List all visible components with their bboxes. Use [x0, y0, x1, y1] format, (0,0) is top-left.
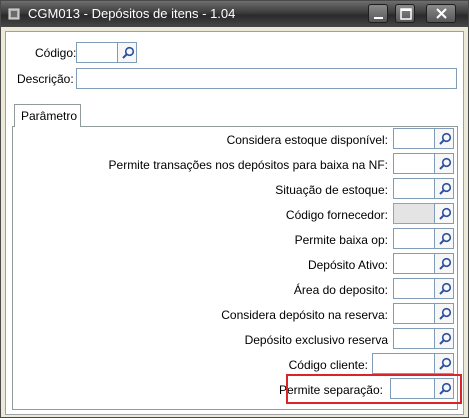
param-label: Situação de estoque:: [275, 183, 388, 197]
codigo-fornecedor-search-button[interactable]: [434, 203, 454, 224]
considera-estoque-search-button[interactable]: [434, 128, 454, 149]
param-label: Código cliente:: [288, 358, 368, 372]
descricao-label: Descrição:: [17, 72, 74, 86]
app-icon: [8, 8, 20, 20]
param-label: Depósito Ativo:: [307, 258, 388, 272]
situacao-estoque-input[interactable]: [393, 178, 436, 199]
codigo-label: Código:: [35, 46, 77, 60]
codigo-search-button[interactable]: [117, 42, 137, 63]
permite-transacoes-input[interactable]: [393, 153, 436, 174]
param-label: Considera estoque disponível:: [226, 133, 388, 147]
close-button[interactable]: [426, 4, 456, 23]
exclusivo-reserva-input[interactable]: [393, 328, 436, 349]
area-deposito-input[interactable]: [393, 278, 436, 299]
codigo-cliente-search-button[interactable]: [434, 353, 454, 374]
magnifier-icon: [439, 307, 452, 320]
magnifier-icon: [122, 46, 135, 59]
considera-reserva-input[interactable]: [393, 303, 436, 324]
param-label: Considera depósito na reserva:: [221, 308, 388, 322]
exclusivo-reserva-search-button[interactable]: [434, 328, 454, 349]
maximize-button[interactable]: [395, 4, 415, 23]
form-area: Código: Descrição: Parâmetro Considera e…: [5, 31, 464, 415]
deposito-ativo-search-button[interactable]: [434, 253, 454, 274]
magnifier-icon: [439, 257, 452, 270]
situacao-estoque-search-button[interactable]: [434, 178, 454, 199]
magnifier-icon: [439, 357, 452, 370]
permite-transacoes-search-button[interactable]: [434, 153, 454, 174]
area-deposito-search-button[interactable]: [434, 278, 454, 299]
magnifier-icon: [439, 282, 452, 295]
codigo-cliente-input[interactable]: [372, 353, 436, 374]
param-label: Permite transações nos depósitos para ba…: [108, 158, 388, 172]
codigo-fornecedor-input[interactable]: [393, 203, 436, 224]
descricao-input[interactable]: [76, 68, 457, 89]
tab-label: Parâmetro: [21, 109, 78, 123]
title-bar[interactable]: CGM013 - Depósitos de itens - 1.04: [1, 1, 468, 27]
permite-baixa-op-search-button[interactable]: [434, 228, 454, 249]
maximize-icon: [400, 8, 412, 20]
param-label: Permite baixa op:: [294, 233, 388, 247]
magnifier-icon: [439, 182, 452, 195]
magnifier-icon: [439, 207, 452, 220]
app-window: CGM013 - Depósitos de itens - 1.04 Códig…: [0, 0, 469, 418]
param-label: Área do deposito:: [293, 283, 388, 297]
param-label: Código fornecedor:: [285, 208, 388, 222]
minimize-icon: [374, 17, 383, 19]
minimize-button[interactable]: [368, 4, 388, 23]
magnifier-icon: [439, 132, 452, 145]
considera-reserva-search-button[interactable]: [434, 303, 454, 324]
window-title: CGM013 - Depósitos de itens - 1.04: [28, 6, 236, 21]
deposito-ativo-input[interactable]: [393, 253, 436, 274]
tab-parametro[interactable]: Parâmetro: [14, 104, 81, 127]
close-icon: [436, 8, 447, 19]
magnifier-icon: [439, 332, 452, 345]
considera-estoque-input[interactable]: [393, 128, 436, 149]
param-label: Depósito exclusivo reserva: [244, 333, 388, 347]
magnifier-icon: [439, 157, 452, 170]
magnifier-icon: [439, 232, 452, 245]
permite-baixa-op-input[interactable]: [393, 228, 436, 249]
highlight-box: [286, 374, 462, 404]
codigo-input[interactable]: [76, 42, 118, 63]
